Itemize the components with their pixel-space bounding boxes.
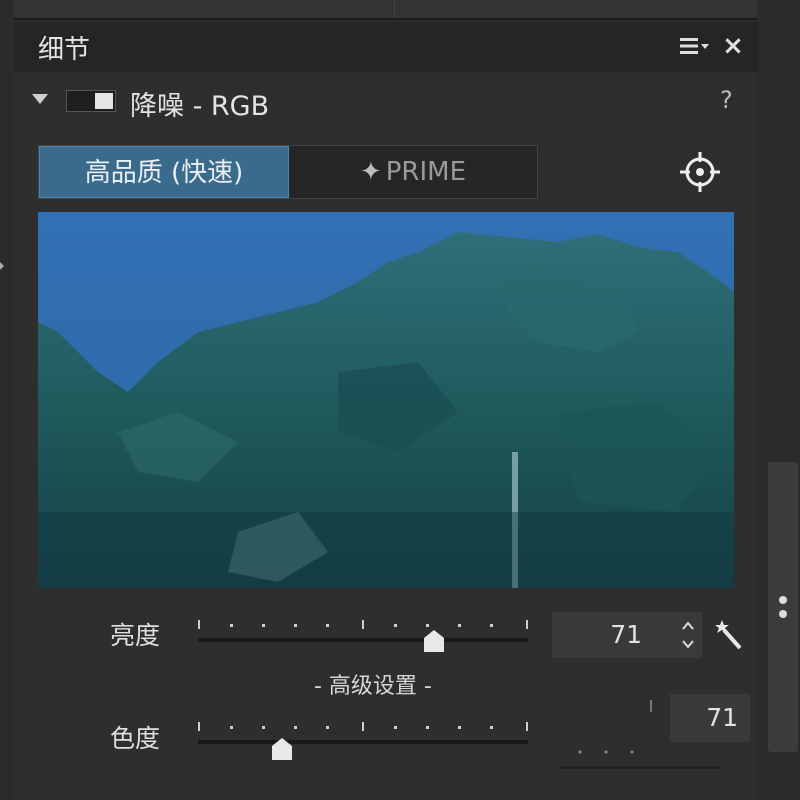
panel-expand-icon[interactable]: [0, 262, 4, 270]
advanced-settings-label[interactable]: - 高级设置 -: [314, 668, 432, 700]
panel-title: 细节: [38, 35, 91, 65]
hamburger-dropdown-icon[interactable]: [678, 34, 712, 58]
chroma-slider-track: [198, 740, 528, 744]
denoise-mode-tabs: 高品质 (快速) ✦ PRIME: [38, 145, 538, 199]
scroll-handle-icon[interactable]: [779, 596, 787, 620]
tab-prime-label: PRIME: [385, 157, 467, 187]
brightness-slider-track: [198, 638, 528, 642]
chroma-slider[interactable]: [194, 712, 534, 760]
chroma-value-field[interactable]: 71: [670, 694, 750, 742]
crosshair-icon[interactable]: [678, 150, 722, 194]
section-title: 降噪 - RGB: [130, 91, 270, 122]
brightness-stepper-icon[interactable]: [680, 617, 696, 653]
top-panel-strip: [14, 0, 758, 20]
noise-reduction-section-header: 降噪 - RGB ?: [14, 74, 758, 128]
chroma-slider-thumb[interactable]: [270, 738, 294, 760]
close-icon[interactable]: ×: [720, 33, 746, 59]
collapse-arrow-icon[interactable]: [32, 94, 48, 104]
tab-prime[interactable]: ✦ PRIME: [289, 146, 537, 198]
brightness-value: 71: [610, 620, 642, 649]
chroma-label: 色度: [110, 724, 161, 753]
sparkle-icon: ✦: [359, 157, 382, 187]
details-panel: 细节 × 降噪 - RGB ? 高品质 (快速) ✦ PRIME 亮度 71 -…: [14, 22, 758, 800]
tab-high-quality-label: 高品质 (快速): [84, 158, 244, 188]
preview-image[interactable]: [38, 212, 734, 588]
brightness-label: 亮度: [110, 621, 161, 650]
tab-high-quality[interactable]: 高品质 (快速): [39, 146, 289, 198]
panel-header: 细节 ×: [14, 22, 758, 72]
help-icon[interactable]: ?: [720, 86, 733, 114]
chroma-value: 71: [706, 703, 738, 732]
section-enable-toggle[interactable]: [66, 90, 116, 112]
brightness-slider[interactable]: [194, 610, 534, 654]
brightness-slider-thumb[interactable]: [422, 630, 446, 652]
magic-wand-icon[interactable]: [714, 618, 744, 650]
